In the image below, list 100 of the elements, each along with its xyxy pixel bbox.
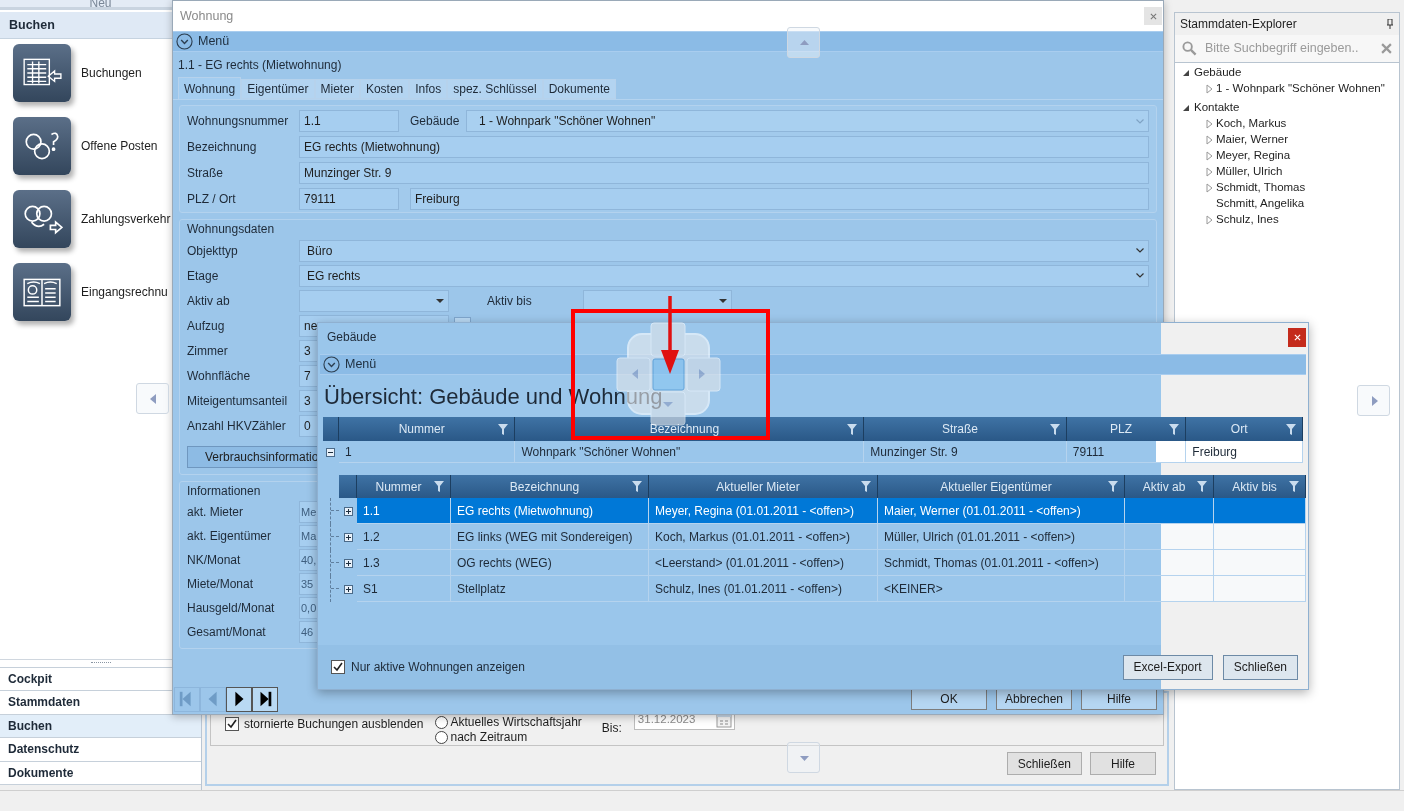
tab[interactable]: Infos (409, 79, 448, 99)
tree-item[interactable]: Schulz, Ines (1175, 212, 1279, 228)
filter-icon[interactable] (1108, 481, 1118, 492)
collapsed-triangle-icon[interactable] (1205, 84, 1213, 94)
tab[interactable]: Dokumente (542, 79, 616, 99)
menu-toggle[interactable]: Menü (320, 354, 1306, 375)
chevron-circle-icon (323, 356, 340, 373)
tab[interactable]: Kosten (359, 79, 410, 99)
close-icon[interactable] (1381, 43, 1392, 54)
column-header[interactable]: Aktiv ab (1125, 475, 1214, 498)
expand-icon[interactable] (343, 532, 353, 542)
filter-icon[interactable] (1197, 481, 1207, 492)
search-box[interactable]: Bitte Suchbegriff eingeben.. (1174, 35, 1400, 62)
tree-item[interactable]: Kontakte (1175, 100, 1240, 116)
expand-icon[interactable] (343, 506, 353, 516)
close-icon (1293, 333, 1301, 341)
expanded-triangle-icon[interactable] (1182, 103, 1190, 113)
dialog-button[interactable]: Schließen (1006, 752, 1082, 775)
dialog-title: Gebäude (327, 329, 378, 346)
tree-item[interactable]: Gebäude (1175, 65, 1242, 81)
dialog-button[interactable]: Schließen (1222, 654, 1298, 680)
filter-icon[interactable] (1289, 481, 1299, 492)
tree-item[interactable]: Meyer, Regina (1175, 148, 1291, 164)
text-field[interactable]: Munzinger Str. 9 (299, 162, 1149, 184)
menu-toggle[interactable]: Menü (173, 31, 1163, 52)
dialog-button[interactable]: Abbrechen (996, 688, 1072, 710)
collapse-icon[interactable] (326, 447, 336, 457)
table-cell: Freiburg (1186, 441, 1303, 463)
field-label: Bis: (601, 720, 622, 737)
checkbox[interactable] (225, 717, 239, 731)
combo-box[interactable]: 1 - Wohnpark "Schöner Wohnen" (466, 110, 1149, 132)
filter-icon[interactable] (1049, 423, 1060, 435)
record-nav-button[interactable] (252, 686, 278, 712)
table-cell: Stellplatz (451, 576, 649, 602)
date-field[interactable] (299, 289, 449, 312)
splitter-handle[interactable] (90, 662, 111, 664)
ledger-icon (13, 44, 71, 102)
filter-icon[interactable] (498, 423, 509, 435)
column-header[interactable]: Aktueller Eigentümer (878, 475, 1125, 498)
dialog-button[interactable]: Excel-Export (1122, 654, 1213, 680)
text-field[interactable]: 1.1 (299, 110, 399, 132)
record-nav-button[interactable] (226, 686, 252, 712)
expand-icon[interactable] (343, 558, 353, 568)
filter-icon[interactable] (861, 481, 871, 492)
filter-icon[interactable] (434, 481, 444, 492)
filter-icon[interactable] (847, 423, 858, 435)
collapsed-triangle-icon[interactable] (1205, 215, 1213, 225)
table-row[interactable]: 1.1 EG rechts (Mietwohnung) Meyer, Regina (01.01.2011 - <offen>) Maier, Werner (01.01.2011 - <offen>) (339, 498, 1306, 524)
checkbox[interactable] (331, 660, 345, 674)
filter-icon[interactable] (1169, 423, 1180, 435)
dock-guide-icon[interactable] (136, 383, 169, 414)
tab[interactable]: spez. Schlüssel (447, 79, 543, 99)
column-header[interactable]: Ort (1186, 417, 1303, 441)
dialog-button[interactable]: Hilfe (1090, 752, 1156, 775)
chevron-down-icon (1136, 248, 1144, 253)
close-button[interactable] (1288, 327, 1306, 347)
expand-icon[interactable] (343, 584, 353, 594)
text-field[interactable]: Freiburg (410, 188, 1149, 210)
search-field[interactable]: Bitte Suchbegriff eingeben.. (1205, 39, 1373, 58)
header-spacer (339, 475, 357, 498)
text-field[interactable]: EG rechts (Mietwohnung) (299, 136, 1149, 158)
filter-icon[interactable] (632, 481, 642, 492)
tab[interactable]: Eigentümer (241, 79, 315, 99)
field-label: Anzahl HKVZähler (187, 417, 287, 435)
search-icon (1182, 41, 1197, 56)
nav-item[interactable]: Buchen (0, 714, 201, 738)
dialog-button[interactable]: OK (911, 688, 987, 710)
dock-guide-icon[interactable] (1357, 385, 1390, 416)
tree-item[interactable]: Schmitt, Angelika (1175, 196, 1305, 212)
tile-label: Eingangsrechnu (81, 284, 168, 301)
filter-icon[interactable] (1286, 423, 1296, 435)
combo-box[interactable]: EG rechts (299, 264, 1149, 287)
field-label: Aktiv bis (487, 292, 533, 310)
radio-button[interactable] (435, 731, 449, 744)
column-header[interactable]: Nummer (357, 475, 451, 498)
caret-down-icon (719, 298, 727, 303)
pin-icon[interactable] (1386, 19, 1394, 29)
tree-item[interactable]: Müller, Ulrich (1175, 164, 1283, 180)
tree-item[interactable]: 1 - Wohnpark "Schöner Wohnen" (1175, 81, 1385, 97)
column-header[interactable]: Bezeichnung (451, 475, 649, 498)
column-header[interactable]: Aktueller Mieter (649, 475, 878, 498)
dialog-button[interactable]: Hilfe (1081, 688, 1157, 710)
column-header[interactable]: Nummer (338, 417, 516, 441)
text-field[interactable]: 79111 (299, 188, 399, 210)
close-icon (1149, 12, 1157, 20)
tile-label: Buchungen (81, 65, 142, 82)
tree-item[interactable]: Maier, Werner (1175, 132, 1288, 148)
field-label: Objekttyp (187, 242, 239, 260)
column-header[interactable]: Aktiv bis (1214, 475, 1306, 498)
expanded-triangle-icon[interactable] (1182, 68, 1190, 78)
combo-box[interactable]: Büro (299, 239, 1149, 262)
radio-button[interactable] (435, 716, 449, 729)
close-button[interactable] (1144, 7, 1162, 25)
field-label: Aufzug (187, 317, 226, 335)
tab[interactable]: Mieter (314, 79, 360, 99)
column-header[interactable]: PLZ (1066, 417, 1187, 441)
tree-item[interactable]: Schmidt, Thomas (1175, 180, 1306, 196)
tab[interactable]: Wohnung (178, 77, 242, 99)
tree-item[interactable]: Koch, Markus (1175, 116, 1287, 132)
column-header[interactable]: Straße (864, 417, 1067, 441)
